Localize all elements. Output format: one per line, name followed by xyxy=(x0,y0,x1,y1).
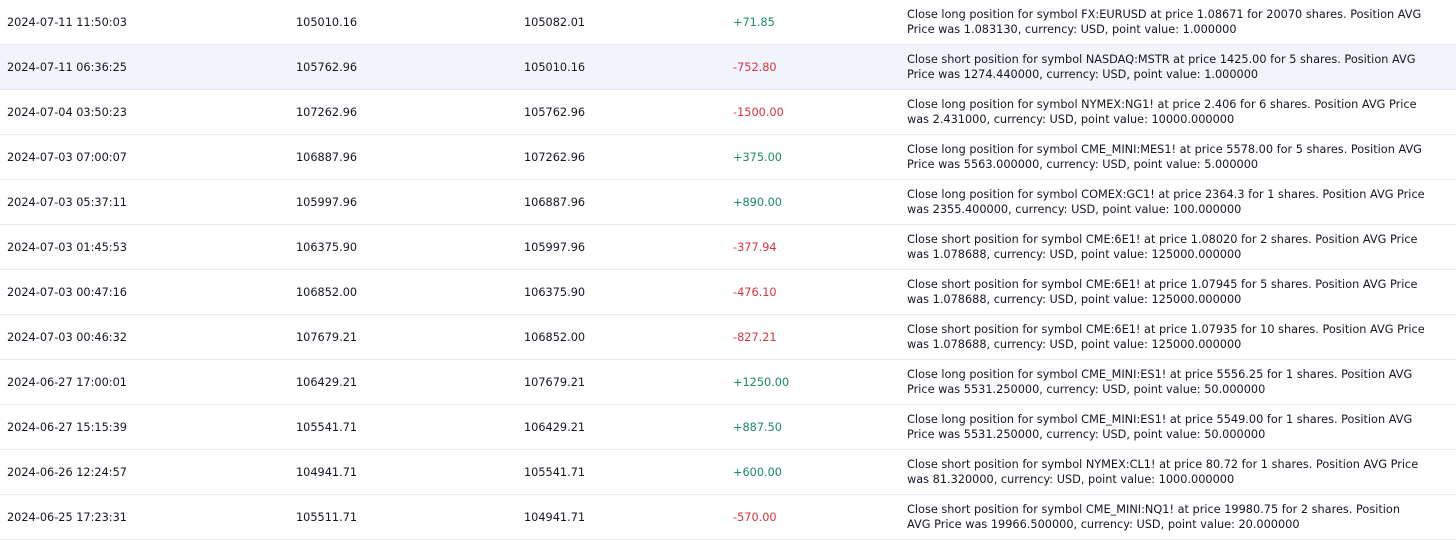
trade-time-cell: 2024-07-11 11:50:03 xyxy=(7,15,127,29)
table-row[interactable]: 2024-07-03 00:47:16 106852.00 106375.90 … xyxy=(0,270,1456,315)
balance-after-cell: 105997.96 xyxy=(524,240,586,254)
trade-time-cell: 2024-07-11 06:36:25 xyxy=(7,60,127,74)
balance-after-cell: 107262.96 xyxy=(524,150,586,164)
balance-after-cell: 106429.21 xyxy=(524,420,586,434)
balance-after-cell: 105010.16 xyxy=(524,60,586,74)
profit-cell: +600.00 xyxy=(733,465,782,479)
balance-after-cell: 106852.00 xyxy=(524,330,586,344)
balance-after-cell: 104941.71 xyxy=(524,510,586,524)
comment-cell: Close long position for symbol FX:EURUSD… xyxy=(907,8,1422,36)
balance-before-cell: 106887.96 xyxy=(296,150,358,164)
trade-time-cell: 2024-06-27 15:15:39 xyxy=(7,420,127,434)
profit-cell: +375.00 xyxy=(733,150,782,164)
balance-before-cell: 106375.90 xyxy=(296,240,358,254)
profit-cell: +71.85 xyxy=(733,15,775,29)
comment-cell: Close short position for symbol CME:6E1!… xyxy=(907,233,1418,261)
comment-cell: Close long position for symbol NYMEX:NG1… xyxy=(907,98,1417,126)
comment-cell: Close short position for symbol NASDAQ:M… xyxy=(907,53,1416,81)
balance-before-cell: 106429.21 xyxy=(296,375,358,389)
trade-history-table: 2024-07-11 11:50:03 105010.16 105082.01 … xyxy=(0,0,1456,540)
table-row[interactable]: 2024-07-11 11:50:03 105010.16 105082.01 … xyxy=(0,0,1456,45)
table-row[interactable]: 2024-07-04 03:50:23 107262.96 105762.96 … xyxy=(0,90,1456,135)
trade-time-cell: 2024-07-03 01:45:53 xyxy=(7,240,127,254)
balance-before-cell: 105541.71 xyxy=(296,420,358,434)
comment-cell: Close long position for symbol CME_MINI:… xyxy=(907,143,1422,171)
comment-cell: Close short position for symbol NYMEX:CL… xyxy=(907,458,1419,486)
comment-cell: Close short position for symbol CME_MINI… xyxy=(907,503,1400,531)
trade-time-cell: 2024-07-03 05:37:11 xyxy=(7,195,127,209)
profit-cell: -476.10 xyxy=(733,285,777,299)
table-row[interactable]: 2024-07-03 00:46:32 107679.21 106852.00 … xyxy=(0,315,1456,360)
balance-before-cell: 105997.96 xyxy=(296,195,358,209)
trade-time-cell: 2024-06-27 17:00:01 xyxy=(7,375,127,389)
balance-before-cell: 107679.21 xyxy=(296,330,358,344)
table-row[interactable]: 2024-07-03 05:37:11 105997.96 106887.96 … xyxy=(0,180,1456,225)
comment-cell: Close short position for symbol CME:6E1!… xyxy=(907,278,1418,306)
profit-cell: -377.94 xyxy=(733,240,777,254)
table-row[interactable]: 2024-06-25 17:23:31 105511.71 104941.71 … xyxy=(0,495,1456,540)
profit-cell: -1500.00 xyxy=(733,105,784,119)
balance-before-cell: 105762.96 xyxy=(296,60,358,74)
balance-before-cell: 104941.71 xyxy=(296,465,358,479)
trade-time-cell: 2024-07-03 00:46:32 xyxy=(7,330,127,344)
balance-before-cell: 105511.71 xyxy=(296,510,358,524)
table-row[interactable]: 2024-07-03 07:00:07 106887.96 107262.96 … xyxy=(0,135,1456,180)
table-row[interactable]: 2024-07-11 06:36:25 105762.96 105010.16 … xyxy=(0,45,1456,90)
trade-time-cell: 2024-07-04 03:50:23 xyxy=(7,105,127,119)
balance-after-cell: 106375.90 xyxy=(524,285,586,299)
profit-cell: -827.21 xyxy=(733,330,777,344)
balance-before-cell: 105010.16 xyxy=(296,15,358,29)
profit-cell: +890.00 xyxy=(733,195,782,209)
balance-after-cell: 105541.71 xyxy=(524,465,586,479)
table-row[interactable]: 2024-06-27 15:15:39 105541.71 106429.21 … xyxy=(0,405,1456,450)
balance-after-cell: 105762.96 xyxy=(524,105,586,119)
trade-time-cell: 2024-07-03 00:47:16 xyxy=(7,285,127,299)
profit-cell: -752.80 xyxy=(733,60,777,74)
profit-cell: -570.00 xyxy=(733,510,777,524)
table-row[interactable]: 2024-07-03 01:45:53 106375.90 105997.96 … xyxy=(0,225,1456,270)
trade-time-cell: 2024-06-26 12:24:57 xyxy=(7,465,127,479)
balance-after-cell: 107679.21 xyxy=(524,375,586,389)
profit-cell: +887.50 xyxy=(733,420,782,434)
table-row[interactable]: 2024-06-26 12:24:57 104941.71 105541.71 … xyxy=(0,450,1456,495)
comment-cell: Close long position for symbol COMEX:GC1… xyxy=(907,188,1425,216)
comment-cell: Close long position for symbol CME_MINI:… xyxy=(907,368,1413,396)
balance-before-cell: 106852.00 xyxy=(296,285,358,299)
balance-after-cell: 105082.01 xyxy=(524,15,586,29)
comment-cell: Close long position for symbol CME_MINI:… xyxy=(907,413,1413,441)
comment-cell: Close short position for symbol CME:6E1!… xyxy=(907,323,1425,351)
trade-time-cell: 2024-07-03 07:00:07 xyxy=(7,150,127,164)
profit-cell: +1250.00 xyxy=(733,375,790,389)
balance-before-cell: 107262.96 xyxy=(296,105,358,119)
trade-time-cell: 2024-06-25 17:23:31 xyxy=(7,510,127,524)
balance-after-cell: 106887.96 xyxy=(524,195,586,209)
table-row[interactable]: 2024-06-27 17:00:01 106429.21 107679.21 … xyxy=(0,360,1456,405)
